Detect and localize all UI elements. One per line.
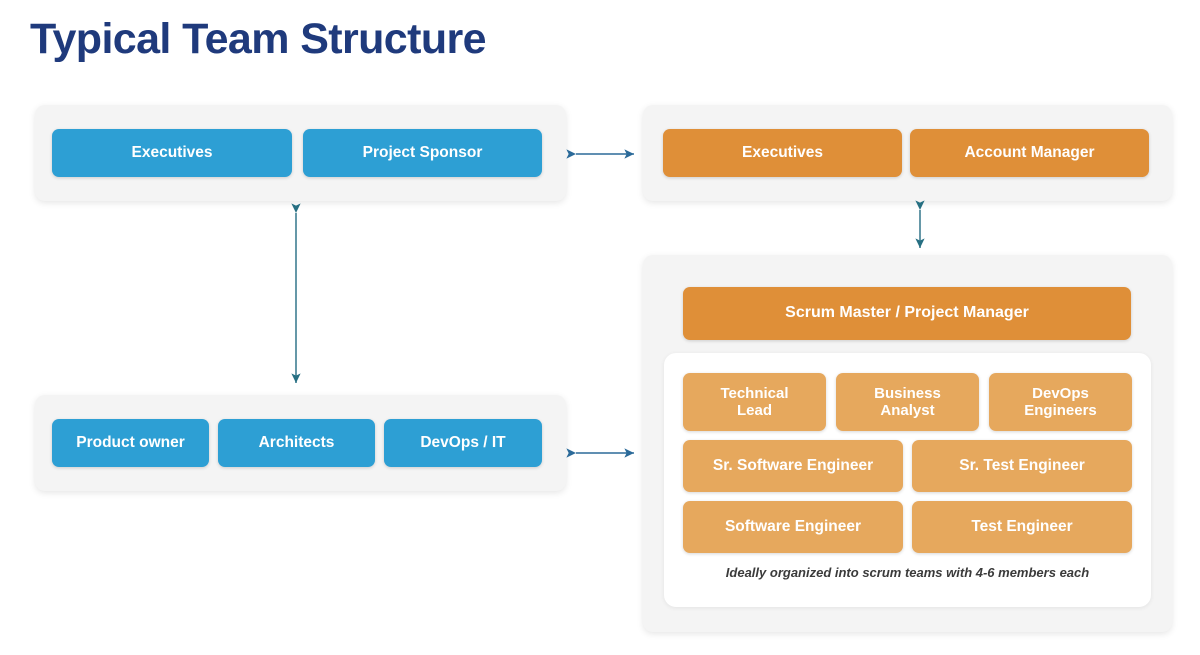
vendor-leadership-panel: Executives Account Manager	[643, 105, 1172, 201]
client-delivery-panel: Product owner Architects DevOps / IT	[35, 395, 566, 491]
delivery-team-panel: Scrum Master / Project Manager Technical…	[643, 255, 1172, 632]
box-account-manager[interactable]: Account Manager	[910, 129, 1149, 177]
box-devops-it[interactable]: DevOps / IT	[384, 419, 542, 467]
box-client-executives[interactable]: Executives	[52, 129, 292, 177]
vendor-vertical-connector	[912, 200, 928, 255]
client-vertical-connector	[288, 203, 304, 391]
box-scrum-master-project-manager[interactable]: Scrum Master / Project Manager	[683, 287, 1131, 340]
box-software-engineer[interactable]: Software Engineer	[683, 501, 903, 553]
scrum-team-caption: Ideally organized into scrum teams with …	[725, 565, 1090, 580]
scrum-team-card: Technical Lead Business Analyst DevOps E…	[664, 353, 1151, 607]
box-product-owner[interactable]: Product owner	[52, 419, 209, 467]
client-leadership-panel: Executives Project Sponsor	[35, 105, 566, 201]
box-sr-software-engineer[interactable]: Sr. Software Engineer	[683, 440, 903, 492]
box-vendor-executives[interactable]: Executives	[663, 129, 902, 177]
box-business-analyst[interactable]: Business Analyst	[836, 373, 979, 431]
box-project-sponsor[interactable]: Project Sponsor	[303, 129, 542, 177]
leadership-horizontal-connector	[566, 146, 642, 162]
box-technical-lead[interactable]: Technical Lead	[683, 373, 826, 431]
box-devops-engineers[interactable]: DevOps Engineers	[989, 373, 1132, 431]
box-test-engineer[interactable]: Test Engineer	[912, 501, 1132, 553]
delivery-horizontal-connector	[566, 445, 642, 461]
box-sr-test-engineer[interactable]: Sr. Test Engineer	[912, 440, 1132, 492]
page-title: Typical Team Structure	[30, 15, 487, 63]
box-architects[interactable]: Architects	[218, 419, 375, 467]
